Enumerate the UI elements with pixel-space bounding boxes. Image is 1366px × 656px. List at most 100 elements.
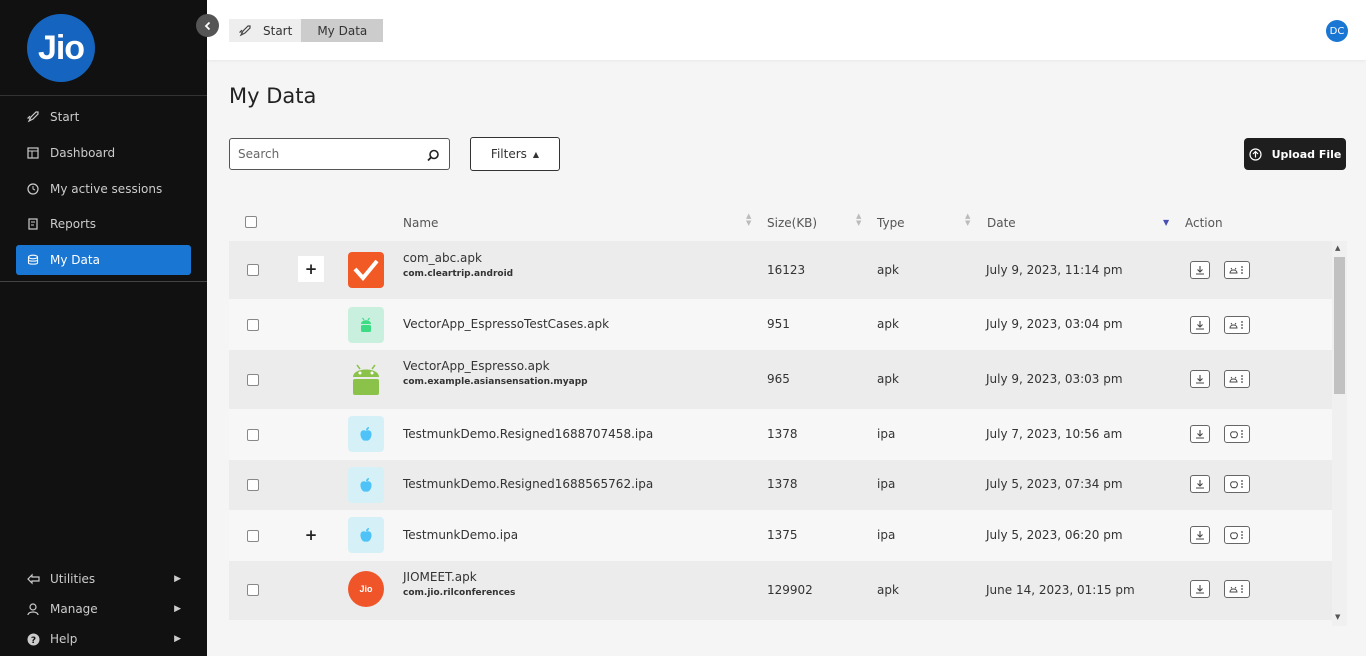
table-row[interactable]: VectorApp_Espresso.apk com.example.asian… (229, 350, 1332, 409)
ios-actions-button[interactable] (1224, 475, 1250, 493)
sort-desc-icon[interactable]: ▼ (1163, 219, 1169, 227)
file-name[interactable]: TestmunkDemo.ipa (403, 528, 518, 542)
upload-file-label: Upload File (1271, 147, 1342, 161)
download-button[interactable] (1190, 370, 1210, 388)
apple-icon (348, 416, 384, 452)
sort-icon[interactable]: ▲ ▼ (856, 213, 861, 227)
android-actions-button[interactable] (1224, 261, 1250, 279)
download-icon (1196, 480, 1204, 489)
sort-icon[interactable]: ▲ ▼ (965, 213, 970, 227)
column-name[interactable]: Name (403, 216, 438, 230)
sidebar-item-reports[interactable]: Reports (16, 209, 191, 239)
file-name[interactable]: com_abc.apk (403, 251, 513, 265)
download-button[interactable] (1190, 580, 1210, 598)
apple-menu-icon (1230, 430, 1243, 439)
caret-right-icon: ▶ (174, 574, 181, 584)
row-checkbox[interactable] (247, 319, 259, 331)
breadcrumb-start[interactable]: Start (229, 19, 302, 42)
sidebar-item-active-sessions[interactable]: My active sessions (16, 174, 191, 204)
scrollbar-thumb[interactable] (1334, 257, 1345, 394)
file-type: apk (877, 263, 899, 277)
user-avatar[interactable]: DC (1326, 20, 1348, 42)
expand-button[interactable]: + (298, 522, 324, 548)
file-date: July 5, 2023, 07:34 pm (986, 477, 1123, 491)
package-name: com.example.asiansensation.myapp (403, 377, 588, 387)
android-actions-button[interactable] (1224, 580, 1250, 598)
package-name: com.jio.rilconferences (403, 588, 516, 598)
table-row[interactable]: + TestmunkDemo.ipa 1375 ipa July 5, 2023… (229, 510, 1332, 561)
sidebar-item-utilities[interactable]: Utilities ▶ (16, 567, 191, 591)
caret-right-icon: ▶ (174, 634, 181, 644)
jio-logo[interactable]: Jio (27, 14, 95, 82)
android-actions-button[interactable] (1224, 370, 1250, 388)
sidebar-item-help[interactable]: ? Help ▶ (16, 627, 191, 651)
row-checkbox[interactable] (247, 429, 259, 441)
android-actions-button[interactable] (1224, 316, 1250, 334)
table-row[interactable]: Jio JIOMEET.apk com.jio.rilconferences 1… (229, 561, 1332, 620)
file-date: July 9, 2023, 11:14 pm (986, 263, 1123, 277)
ios-actions-button[interactable] (1224, 526, 1250, 544)
file-size: 965 (767, 372, 790, 386)
row-checkbox[interactable] (247, 479, 259, 491)
file-size: 1378 (767, 427, 798, 441)
file-name[interactable]: JIOMEET.apk (403, 570, 515, 584)
clock-icon (26, 182, 40, 196)
sidebar-item-manage[interactable]: Manage ▶ (16, 597, 191, 621)
download-button[interactable] (1190, 526, 1210, 544)
file-size: 1375 (767, 528, 798, 542)
scroll-up-arrow-icon[interactable]: ▲ (1335, 244, 1340, 252)
file-name[interactable]: TestmunkDemo.Resigned1688565762.ipa (403, 477, 653, 491)
row-checkbox[interactable] (247, 374, 259, 386)
column-date[interactable]: Date (987, 216, 1016, 230)
search-icon[interactable] (427, 147, 440, 166)
apple-icon (348, 467, 384, 503)
breadcrumb-current-label: My Data (317, 23, 368, 38)
select-all-checkbox[interactable] (245, 216, 257, 228)
rocket-icon (26, 110, 40, 124)
column-type[interactable]: Type (877, 216, 905, 230)
download-button[interactable] (1190, 425, 1210, 443)
table-row[interactable]: TestmunkDemo.Resigned1688707458.ipa 1378… (229, 409, 1332, 460)
sort-icon[interactable]: ▲ ▼ (746, 213, 751, 227)
column-size[interactable]: Size(KB) (767, 216, 817, 230)
file-name[interactable]: VectorApp_EspressoTestCases.apk (403, 317, 609, 331)
filters-button[interactable]: Filters ▲ (470, 137, 560, 171)
download-button[interactable] (1190, 316, 1210, 334)
android-icon (348, 362, 384, 398)
row-checkbox[interactable] (247, 584, 259, 596)
sidebar-item-label: My active sessions (50, 182, 163, 196)
apple-menu-icon (1230, 480, 1243, 489)
table-row[interactable]: + com_abc.apk com.cleartrip.android 1612… (229, 241, 1332, 299)
row-checkbox[interactable] (247, 530, 259, 542)
search-input[interactable] (236, 139, 420, 169)
upload-file-button[interactable]: Upload File (1244, 138, 1346, 170)
table-row[interactable]: TestmunkDemo.Resigned1688565762.ipa 1378… (229, 460, 1332, 510)
file-size: 16123 (767, 263, 806, 277)
android-icon (348, 307, 384, 343)
file-name[interactable]: TestmunkDemo.Resigned1688707458.ipa (403, 427, 653, 441)
sidebar: Jio Start Dashboard My active sessions R… (0, 0, 207, 656)
sidebar-item-label: My Data (50, 253, 100, 267)
row-checkbox[interactable] (247, 264, 259, 276)
expand-button[interactable]: + (298, 256, 324, 282)
column-action: Action (1185, 216, 1223, 230)
table-row[interactable]: VectorApp_EspressoTestCases.apk 951 apk … (229, 299, 1332, 350)
package-name: com.cleartrip.android (403, 269, 514, 279)
download-button[interactable] (1190, 475, 1210, 493)
file-type: apk (877, 583, 899, 597)
file-name[interactable]: VectorApp_Espresso.apk (403, 359, 588, 373)
file-size: 951 (767, 317, 790, 331)
sidebar-item-my-data[interactable]: My Data (16, 245, 191, 275)
ios-actions-button[interactable] (1224, 425, 1250, 443)
sidebar-item-label: Reports (50, 217, 97, 231)
breadcrumb-start-label: Start (263, 23, 293, 38)
scroll-down-arrow-icon[interactable]: ▼ (1335, 613, 1340, 621)
collapse-sidebar-button[interactable] (196, 14, 219, 37)
logo-area: Jio (0, 0, 207, 96)
sidebar-item-label: Start (50, 110, 80, 124)
search-box (229, 138, 450, 170)
sidebar-item-start[interactable]: Start (16, 102, 191, 132)
jiomeet-icon: Jio (348, 571, 384, 607)
sidebar-item-dashboard[interactable]: Dashboard (16, 138, 191, 168)
download-button[interactable] (1190, 261, 1210, 279)
